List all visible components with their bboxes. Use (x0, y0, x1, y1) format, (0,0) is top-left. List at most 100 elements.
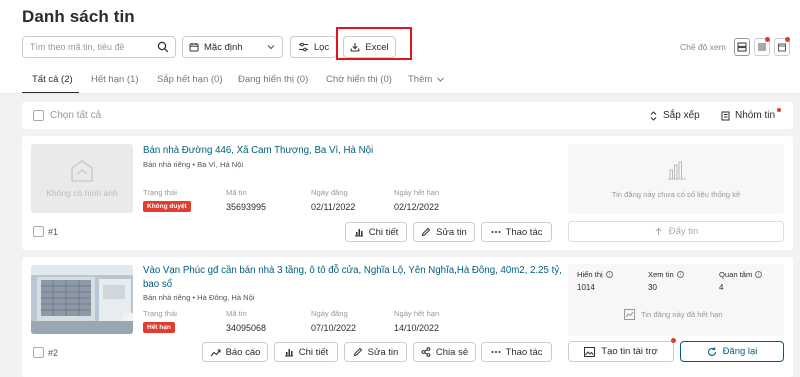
listing-id: 34095068 (226, 323, 267, 333)
edit-label: Sửa tin (436, 226, 467, 238)
tab-more[interactable]: Thêm (408, 74, 445, 85)
actions-button[interactable]: Thao tác (481, 222, 552, 242)
listing-address: Bán nhà riêng • Ba Vì, Hà Nội (143, 160, 244, 169)
stats-panel: Tin đăng này chưa có số liệu thống kê (568, 144, 784, 214)
listing-card: Vào Vạn Phúc gđ cần bán nhà 3 tầng, ô tô… (22, 257, 793, 377)
edit-label: Sửa tin (367, 346, 399, 358)
posted-label: Ngày đăng (311, 309, 348, 318)
edit-button[interactable]: Sửa tin (413, 222, 475, 242)
listing-thumbnail[interactable] (31, 265, 133, 334)
expiry-label: Ngày hết hạn (394, 309, 440, 318)
repost-label: Đăng lại (722, 346, 758, 357)
id-label: Mã tin (226, 188, 247, 197)
posted-label: Ngày đăng (311, 188, 348, 197)
detail-button[interactable]: Chi tiết (345, 222, 407, 242)
info-icon[interactable]: i (676, 271, 684, 278)
more-icon (491, 230, 501, 234)
push-label: Đẩy tin (668, 226, 699, 237)
refresh-icon (707, 347, 717, 357)
line-chart-icon (624, 309, 635, 320)
sponsor-label: Tạo tin tài trợ (601, 346, 658, 357)
detail-label: Chi tiết (368, 226, 399, 238)
tab-expiring[interactable]: Sắp hết hạn (0) (157, 74, 223, 85)
listing-checkbox[interactable]: #1 (33, 226, 58, 237)
edit-button[interactable]: Sửa tin (344, 342, 407, 362)
detail-button[interactable]: Chi tiết (274, 342, 338, 362)
listing-index: #2 (48, 347, 59, 358)
checkbox[interactable] (33, 110, 44, 121)
views-value: 1014 (577, 283, 595, 292)
image-icon (584, 346, 596, 357)
share-button[interactable]: Chia sẻ (413, 342, 476, 362)
status-label: Trạng thái (143, 309, 177, 318)
notification-dot (785, 37, 790, 42)
checkbox[interactable] (33, 226, 44, 237)
tab-showing[interactable]: Đang hiển thị (0) (238, 74, 308, 85)
reads-label-text: Xem tin (648, 270, 674, 279)
tab-more-label: Thêm (408, 74, 433, 85)
status-badge: Hết hạn (143, 322, 175, 333)
view-compact-button[interactable] (754, 37, 770, 56)
id-label: Mã tin (226, 309, 247, 318)
info-icon[interactable]: i (755, 271, 763, 278)
checkbox[interactable] (33, 347, 44, 358)
view-calendar-button[interactable] (774, 37, 790, 56)
filter-button[interactable]: Lọc (290, 36, 337, 58)
bar-chart-icon (284, 347, 294, 357)
highlight-box (336, 27, 412, 60)
share-icon (421, 347, 431, 357)
share-label: Chia sẻ (435, 346, 469, 358)
tab-expired[interactable]: Hết hạn (1) (91, 74, 139, 85)
filter-label: Lọc (313, 41, 330, 53)
create-sponsored-button[interactable]: Tạo tin tài trợ (568, 338, 676, 362)
sort-button[interactable]: Sắp xếp (649, 110, 700, 121)
search-box[interactable] (22, 36, 176, 58)
listing-title[interactable]: Vào Vạn Phúc gđ cần bán nhà 3 tầng, ô tô… (143, 264, 563, 292)
listing-checkbox[interactable]: #2 (33, 347, 58, 358)
expiry-label: Ngày hết hạn (394, 188, 440, 197)
report-button[interactable]: Báo cáo (202, 342, 268, 362)
listing-index: #1 (48, 226, 59, 237)
divider (0, 93, 800, 94)
compact-view-icon (757, 42, 767, 52)
group-icon (720, 111, 730, 121)
notification-dot (765, 37, 770, 42)
expired-message: Tin đăng này đã hết hạn (624, 309, 723, 320)
listing-thumbnail[interactable]: Không có hình ảnh (31, 144, 133, 213)
notification-dot (777, 107, 782, 112)
listing-title[interactable]: Bán nhà Đường 446, Xã Cam Thượng, Ba Vì,… (143, 144, 543, 158)
stats-chart-icon (667, 160, 687, 180)
expiry-date: 14/10/2022 (394, 323, 440, 333)
actions-button[interactable]: Thao tác (481, 342, 552, 362)
info-icon[interactable]: i (605, 271, 613, 278)
listing-address: Bán nhà riêng • Hà Đông, Hà Nội (143, 293, 255, 302)
no-image-label: Không có hình ảnh (46, 187, 118, 198)
repost-button[interactable]: Đăng lại (680, 341, 784, 362)
search-input[interactable] (30, 37, 156, 57)
detail-label: Chi tiết (298, 346, 329, 358)
views-label: Hiển thị i (577, 270, 613, 279)
select-all-checkbox[interactable]: Chọn tất cả (33, 110, 101, 121)
group-label: Nhóm tin (735, 110, 776, 121)
stats-panel: Hiển thị i 1014 Xem tin i 30 Quan tâm i … (568, 264, 784, 336)
reads-value: 30 (648, 283, 657, 292)
select-all-label: Chọn tất cả (50, 110, 102, 121)
tab-pending[interactable]: Chờ hiển thị (0) (326, 74, 392, 85)
sort-select[interactable]: Mặc định (182, 36, 283, 58)
push-listing-button[interactable]: Đẩy tin (568, 221, 784, 242)
interest-value: 4 (719, 283, 724, 292)
group-button[interactable]: Nhóm tin (720, 107, 784, 121)
page-title: Danh sách tin (22, 7, 135, 26)
reads-label: Xem tin i (648, 270, 684, 279)
expired-message-text: Tin đăng này đã hết hạn (641, 310, 723, 319)
search-icon[interactable] (157, 41, 169, 53)
top-panel: Danh sách tin Mặc định Lọc Excel Chế độ … (0, 0, 800, 94)
interest-label-text: Quan tâm (719, 270, 753, 279)
status-label: Trạng thái (143, 188, 177, 197)
sort-icon (649, 110, 658, 121)
actions-label: Thao tác (505, 346, 543, 358)
upload-icon (654, 227, 663, 236)
view-list-button[interactable] (734, 38, 750, 56)
status-badge: Không duyệt (143, 201, 191, 212)
tab-all[interactable]: Tất cả (2) (32, 74, 73, 85)
